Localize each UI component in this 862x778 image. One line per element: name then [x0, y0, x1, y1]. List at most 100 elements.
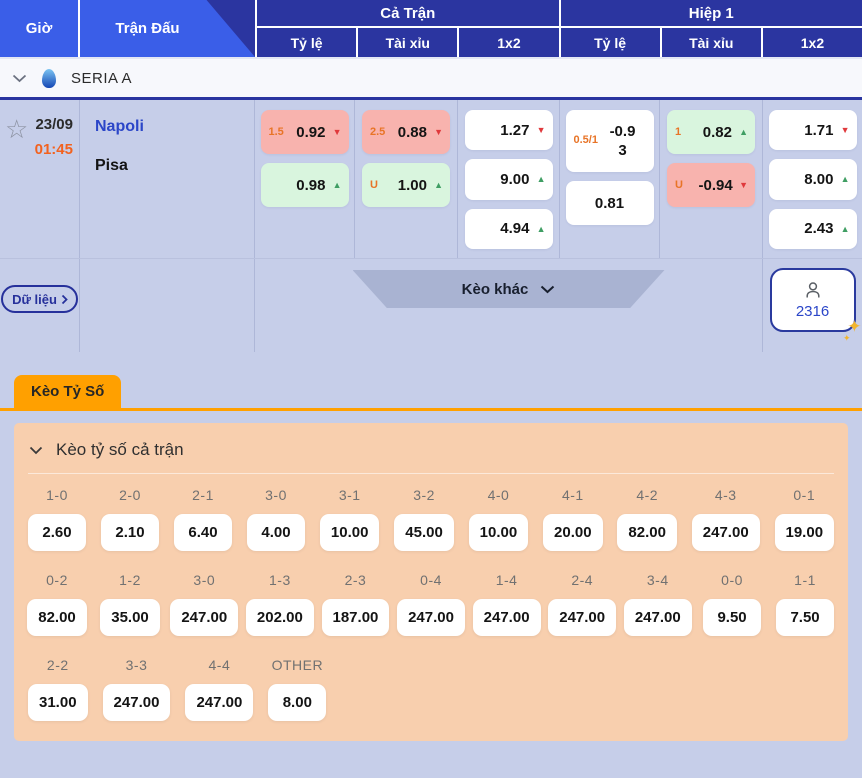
- odds-value: -0.93: [607, 122, 639, 161]
- score-label: 2-0: [119, 487, 141, 503]
- odds-chip[interactable]: 2.50.88▼: [362, 110, 450, 154]
- score-odds-button[interactable]: 247.00: [548, 599, 616, 636]
- score-odds-button[interactable]: 35.00: [100, 599, 160, 636]
- first-half-group-label: Hiệp 1: [561, 0, 862, 28]
- score-cell: 3-4247.00: [627, 572, 688, 636]
- score-odds-button[interactable]: 247.00: [170, 599, 238, 636]
- score-odds-button[interactable]: 20.00: [543, 514, 603, 551]
- trend-up-icon: ▲: [735, 127, 748, 137]
- score-odds-button[interactable]: 247.00: [473, 599, 541, 636]
- score-odds-button[interactable]: 247.00: [185, 684, 253, 721]
- odds-chip[interactable]: U1.00▲: [362, 163, 450, 207]
- score-label: 0-0: [721, 572, 743, 588]
- odds-value: 2.43: [777, 220, 834, 237]
- score-cell: 4-010.00: [469, 487, 528, 551]
- full-match-group-label: Cả Trận: [257, 0, 559, 28]
- score-cell: 4-4 247.00: [185, 657, 253, 721]
- odds-chip[interactable]: 1.50.92▼: [261, 110, 349, 154]
- score-cell: 2-0 2.10: [101, 487, 159, 551]
- league-name: SERIA A: [71, 70, 132, 87]
- score-odds-button[interactable]: 7.50: [776, 599, 834, 636]
- score-odds-button[interactable]: 82.00: [617, 514, 677, 551]
- odds-chip[interactable]: 0.5/1-0.93: [566, 110, 654, 172]
- score-cell: 3-3247.00: [103, 657, 171, 721]
- match-row: ☆ 23/09 01:45 Napoli Pisa 1.50.92▼0.98▲ …: [0, 100, 862, 258]
- score-odds-button[interactable]: 82.00: [27, 599, 87, 636]
- score-odds-button[interactable]: 19.00: [775, 514, 835, 551]
- column-header-overunder-ft: Tài xỉu: [356, 28, 457, 57]
- score-label: 4-1: [562, 487, 584, 503]
- odds-chip[interactable]: U-0.94▼: [667, 163, 755, 207]
- score-label: 4-4: [209, 657, 231, 673]
- trend-down-icon: ▼: [837, 125, 850, 135]
- odds-value: 0.98: [269, 177, 326, 194]
- score-odds-button[interactable]: 247.00: [692, 514, 760, 551]
- odds-value: 0.82: [700, 124, 732, 141]
- handicap-value: 1: [675, 126, 700, 138]
- score-odds-row: 2-2 31.00 3-3247.00 4-4 247.00 OTHER8.00: [14, 657, 848, 721]
- odds-chip[interactable]: 0.98▲: [261, 163, 349, 207]
- odds-chip[interactable]: 4.94▲: [465, 209, 553, 249]
- score-odds-button[interactable]: 2.10: [101, 514, 159, 551]
- trend-up-icon: ▲: [533, 174, 546, 184]
- viewers-card[interactable]: 2316 ✦ ✦: [770, 268, 856, 332]
- score-panel-header[interactable]: Kèo tỷ số cả trận: [14, 423, 848, 473]
- score-label: 4-3: [715, 487, 737, 503]
- score-odds-button[interactable]: 247.00: [103, 684, 171, 721]
- score-odds-button[interactable]: 202.00: [246, 599, 314, 636]
- header-group-full-match: Cả Trận Tỷ lệ Tài xỉu 1x2: [255, 0, 559, 57]
- odds-chip[interactable]: 0.81: [566, 181, 654, 225]
- score-cell: 1-0 2.60: [28, 487, 86, 551]
- score-cell: 2-4247.00: [552, 572, 613, 636]
- score-odds-button[interactable]: 9.50: [703, 599, 761, 636]
- odds-column-handicap-ft: 1.50.92▼ 0.98▲: [255, 100, 355, 258]
- score-odds-button[interactable]: 6.40: [174, 514, 232, 551]
- score-odds-button[interactable]: 2.60: [28, 514, 86, 551]
- data-button-label: Dữ liệu: [12, 292, 57, 307]
- score-label: 3-4: [647, 572, 669, 588]
- score-odds-button[interactable]: 10.00: [320, 514, 380, 551]
- score-label: 0-2: [46, 572, 68, 588]
- score-cell: OTHER8.00: [268, 657, 326, 721]
- viewers-count: 2316: [796, 303, 829, 320]
- tab-score-odds[interactable]: Kèo Tỷ Số: [14, 375, 121, 408]
- odds-chip[interactable]: 2.43▲: [769, 209, 857, 249]
- away-team-name[interactable]: Pisa: [95, 157, 254, 175]
- odds-value: 8.00: [777, 171, 834, 188]
- trend-down-icon: ▼: [736, 180, 748, 190]
- score-cell: 0-2 82.00: [28, 572, 86, 636]
- column-header-1x2-h1: 1x2: [761, 28, 862, 57]
- score-odds-button[interactable]: 247.00: [397, 599, 465, 636]
- column-header-handicap-h1: Tỷ lệ: [561, 28, 660, 57]
- column-header-overunder-h1: Tài xỉu: [660, 28, 761, 57]
- score-odds-button[interactable]: 4.00: [247, 514, 305, 551]
- odds-chip[interactable]: 10.82▲: [667, 110, 755, 154]
- score-odds-button[interactable]: 45.00: [394, 514, 454, 551]
- odds-chip[interactable]: 8.00▲: [769, 159, 857, 199]
- score-label: 2-2: [47, 657, 69, 673]
- odds-chip[interactable]: 9.00▲: [465, 159, 553, 199]
- score-cell: 4-1 20.00: [543, 487, 602, 551]
- score-odds-button[interactable]: 31.00: [28, 684, 88, 721]
- score-odds-button[interactable]: 8.00: [268, 684, 326, 721]
- data-button[interactable]: Dữ liệu: [1, 285, 78, 313]
- chevron-down-icon[interactable]: [12, 74, 27, 83]
- score-odds-button[interactable]: 247.00: [624, 599, 692, 636]
- score-odds-button[interactable]: 10.00: [469, 514, 529, 551]
- more-odds-button[interactable]: Kèo khác: [353, 270, 665, 308]
- score-cell: 3-245.00: [394, 487, 453, 551]
- score-cell: 2-3187.00: [325, 572, 386, 636]
- favorite-star-icon[interactable]: ☆: [5, 116, 28, 142]
- score-cell: 4-282.00: [618, 487, 677, 551]
- odds-chip[interactable]: 1.71▼: [769, 110, 857, 150]
- trend-up-icon: ▲: [329, 180, 342, 190]
- score-odds-button[interactable]: 187.00: [322, 599, 390, 636]
- score-cell: 3-04.00: [247, 487, 305, 551]
- odds-chip[interactable]: 1.27▼: [465, 110, 553, 150]
- score-label: 1-1: [794, 572, 816, 588]
- score-label: 1-0: [46, 487, 68, 503]
- score-tabbar: Kèo Tỷ Số: [0, 375, 862, 411]
- score-odds-row: 1-02.602-02.102-16.403-04.003-110.003-24…: [14, 487, 848, 551]
- chevron-down-icon: [540, 285, 555, 294]
- home-team-name[interactable]: Napoli: [95, 118, 254, 136]
